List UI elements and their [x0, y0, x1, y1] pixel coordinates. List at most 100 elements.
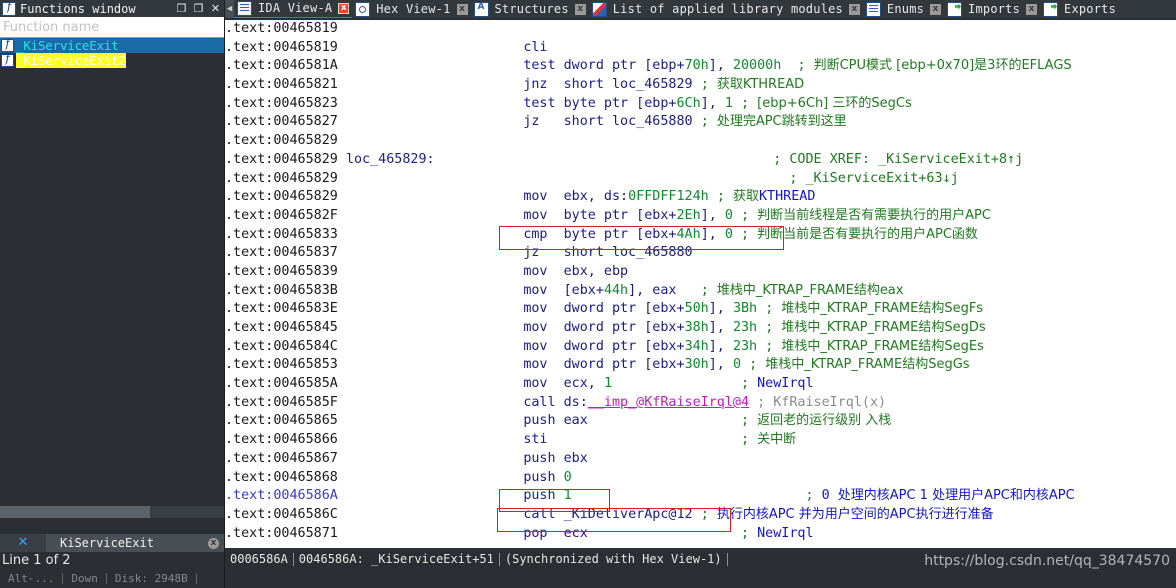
disassembly-line[interactable]: .text:00465865 push eax ; 返回老的运行级别 入栈 [225, 412, 1176, 431]
filter-placeholder: Function name [3, 19, 100, 35]
functions-horizontal-scrollbar[interactable] [0, 506, 224, 518]
line-address: .text:00465866 [225, 432, 338, 448]
disassembly-line[interactable]: .text:00465821 jnz short loc_465829 ; 获取… [225, 76, 1176, 95]
disassembly-line[interactable]: .text:0046581A test dword ptr [ebp+70h],… [225, 57, 1176, 76]
disassembly-line[interactable]: .text:00465833 cmp byte ptr [ebx+4Ah], 0… [225, 226, 1176, 245]
tab-label: KiServiceExit [60, 536, 154, 550]
line-address: .text:00465819 [225, 21, 338, 36]
disassembly-line[interactable]: .text:00465868 push 0 [225, 469, 1176, 488]
tab-exports[interactable]: Exports [1040, 0, 1125, 18]
close-icon[interactable]: x [848, 3, 860, 15]
disassembly-line[interactable]: .text:00465845 mov dword ptr [ebx+38h], … [225, 319, 1176, 338]
comment-marker: ; [805, 488, 822, 504]
disassembly-line[interactable]: .text:00465819 [225, 20, 1176, 39]
structures-icon [473, 1, 489, 17]
comment-marker: ; [765, 320, 782, 335]
tab-list-of-applied-library-modules[interactable]: List of applied library modules x [589, 0, 863, 18]
operand: ], [708, 338, 733, 354]
comment-text: 0 [821, 488, 838, 504]
comment-marker: ; [700, 506, 717, 522]
disassembly-line[interactable]: .text:00465853 mov dword ptr [ebx+30h], … [225, 356, 1176, 375]
function-name-filter-input[interactable]: Function name [0, 17, 224, 38]
disassembly-line[interactable]: .text:00465829 mov ebx, ds:0FFDFF124h ; … [225, 188, 1176, 207]
restore-button[interactable]: ❐ [173, 1, 190, 16]
close-icon[interactable]: x [456, 3, 468, 15]
watermark-url: https://blog.csdn.net/qq_38474570 [924, 553, 1170, 569]
mnemonic: cli [523, 39, 548, 55]
view-tab-bar[interactable]: ◀ IDA View-A x Hex View-1 x Structures x… [225, 0, 1176, 18]
operand-value: 0 [732, 357, 741, 373]
operand-value: 0FFDFF124h [628, 189, 709, 205]
disassembly-line[interactable]: .text:00465829 ; _KiServiceExit+63↓j [225, 170, 1176, 189]
operand: ], [708, 58, 733, 74]
scrollbar-thumb[interactable] [0, 506, 150, 518]
status-extra-cells: Alt-... Down Disk: 2948B [0, 570, 224, 586]
disassembly-line[interactable]: .text:00465829 loc_465829: ; CODE XREF: … [225, 151, 1176, 170]
close-icon[interactable]: x [930, 3, 942, 15]
mnemonic: test [523, 95, 556, 111]
mnemonic: mov [523, 376, 548, 392]
tab-hex-view-1[interactable]: Hex View-1 x [352, 0, 470, 18]
operand: ebx [563, 450, 588, 466]
line-address: .text:00465867 [225, 450, 338, 466]
operand-value: 20000h [732, 58, 782, 74]
operand-value: 4Ah [676, 226, 701, 242]
comment-marker: ; [797, 58, 814, 74]
mnemonic: mov [523, 282, 548, 298]
close-button[interactable]: ✕ [207, 1, 224, 16]
disassembly-line[interactable]: .text:0046585F call ds:__imp_@KfRaiseIrq… [225, 394, 1176, 413]
maximize-button[interactable]: ❐ [190, 1, 207, 16]
operand-value: 3Bh [732, 301, 758, 317]
status-address: 0046586A: _KiServiceExit+51 [298, 552, 494, 566]
auto-comment: ; KfRaiseIrql(x) [757, 394, 887, 410]
operand: ], [708, 320, 733, 335]
disassembly-line[interactable]: .text:00465866 sti ; 关中断 [225, 431, 1176, 450]
disassembly-line[interactable]: .text:00465837 jz short loc_465880 [225, 244, 1176, 263]
xref-comment: ; _KiServiceExit+63↓j [789, 170, 959, 186]
disassembly-line[interactable]: .text:00465829 [225, 132, 1176, 151]
jump-target: short loc_465829 [563, 77, 693, 93]
disassembly-view[interactable]: .text:00465819 .text:00465819 cli .text:00… [225, 20, 1176, 548]
tab-imports[interactable]: Imports x [944, 0, 1040, 18]
disassembly-line[interactable]: .text:00465871 pop ecx ; NewIrql [225, 525, 1176, 544]
tab-label: IDA View-A [258, 1, 333, 15]
disassembly-line[interactable]: .text:00465839 mov ebx, ebp [225, 263, 1176, 282]
mnemonic: jnz [523, 77, 548, 93]
tab-label: List of applied library modules [612, 2, 843, 16]
disassembly-line[interactable]: .text:00465823 test byte ptr [ebp+6Ch], … [225, 95, 1176, 114]
tab-structures[interactable]: Structures x [471, 0, 589, 18]
tab-enums[interactable]: Enums x [863, 0, 944, 18]
function-list-item-kiserviceexit[interactable]: _KiServiceExit [0, 37, 224, 53]
panel-close-button[interactable]: ✕ [0, 534, 46, 552]
close-icon[interactable]: x [338, 2, 350, 14]
close-icon[interactable]: x [574, 3, 586, 15]
disassembly-line[interactable]: .text:0046583B mov [ebx+44h], eax ; 堆栈中_… [225, 282, 1176, 301]
disassembly-line[interactable]: .text:0046586A push 1 ; 0 处理内核APC 1 处理用户… [225, 487, 1176, 506]
function-list-item-kiserviceexit2[interactable]: _KiServiceExit2 [0, 52, 224, 68]
exports-icon [1043, 1, 1059, 17]
status-cell: Alt-... [8, 571, 55, 585]
disassembly-line[interactable]: .text:0046584C mov dword ptr [ebx+34h], … [225, 338, 1176, 357]
import-reference: __imp_@KfRaiseIrql@4 [587, 394, 750, 410]
close-icon[interactable]: x [208, 537, 219, 549]
tab-scroll-left-button[interactable]: ◀ [225, 0, 234, 18]
line-address: .text:00465865 [225, 413, 338, 429]
disassembly-line[interactable]: .text:00465867 push ebx [225, 450, 1176, 469]
line-address: .text:0046582F [225, 207, 338, 223]
disassembly-line[interactable]: .text:0046585A mov ecx, 1 ; NewIrql [225, 375, 1176, 394]
disassembly-line[interactable]: .text:0046586C call _KiDeliverApc@12 ; 执… [225, 506, 1176, 525]
disassembly-line[interactable]: .text:0046583E mov dword ptr [ebx+50h], … [225, 300, 1176, 319]
operand: ], eax [628, 282, 677, 298]
tab-ida-view-a[interactable]: IDA View-A x [234, 0, 353, 18]
line-counter: Line 1 of 2 [2, 553, 71, 568]
ida-pro-window: ◀ IDA View-A x Hex View-1 x Structures x… [0, 0, 1176, 588]
disassembly-line[interactable]: .text:0046582F mov byte ptr [ebx+2Eh], 0… [225, 207, 1176, 226]
comment-text: 堆栈中_KTRAP_FRAME结构SegFs [781, 301, 984, 317]
line-address: .text:00465853 [225, 357, 338, 373]
functions-list[interactable]: _KiServiceExit _KiServiceExit2 [0, 37, 224, 68]
close-icon[interactable]: x [1026, 3, 1038, 15]
disassembly-line[interactable]: .text:00465819 cli [225, 39, 1176, 58]
tab-kiserviceexit-graph[interactable]: KiServiceExit x [46, 534, 224, 552]
line-address: .text:00465839 [225, 263, 338, 279]
disassembly-line[interactable]: .text:00465827 jz short loc_465880 ; 处理完… [225, 113, 1176, 132]
